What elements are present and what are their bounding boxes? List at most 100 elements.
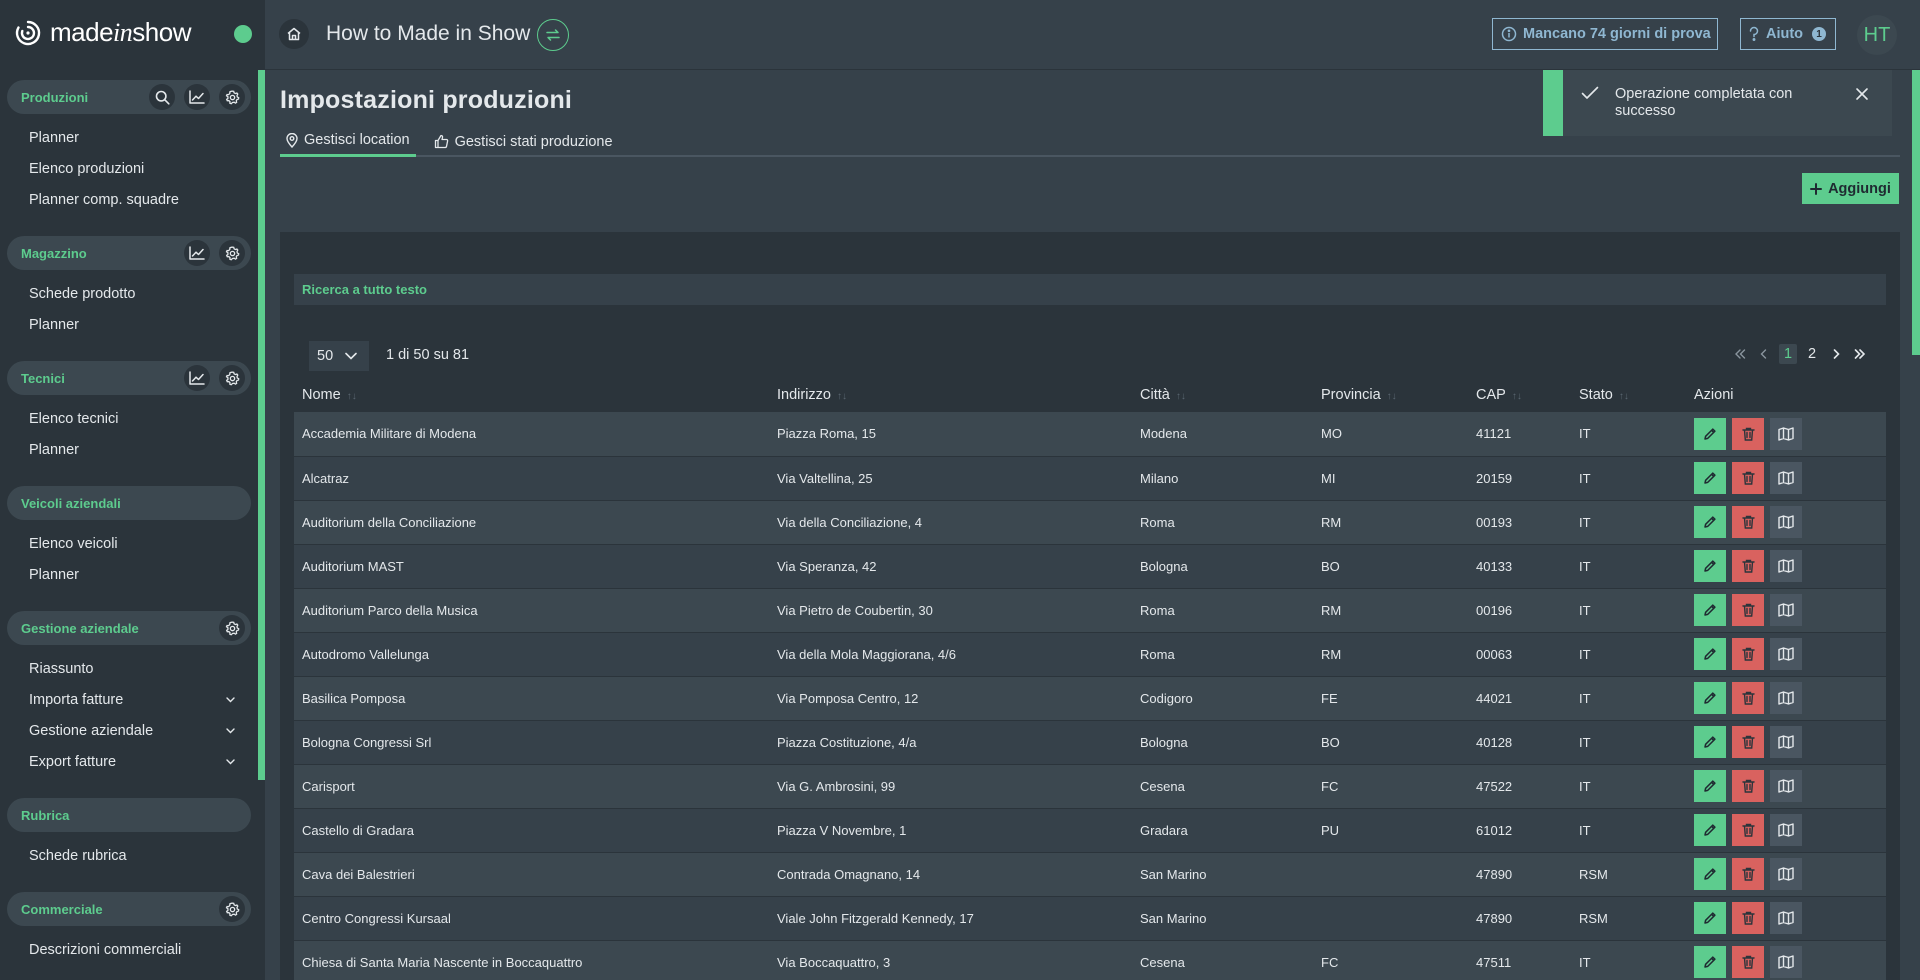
prev-page-icon[interactable]	[1755, 344, 1773, 364]
map-button[interactable]	[1770, 814, 1802, 846]
page-2-button[interactable]: 2	[1803, 344, 1821, 364]
nav-header[interactable]: Gestione aziendale	[7, 611, 251, 645]
next-page-icon[interactable]	[1827, 344, 1845, 364]
nav-header[interactable]: Veicoli aziendali	[7, 486, 251, 520]
delete-button[interactable]	[1732, 946, 1764, 978]
map-button[interactable]	[1770, 682, 1802, 714]
column-header-1[interactable]: Indirizzo ↑↓	[769, 378, 1132, 412]
map-button[interactable]	[1770, 858, 1802, 890]
map-button[interactable]	[1770, 550, 1802, 582]
nav-header-label: Veicoli aziendali	[21, 495, 121, 511]
close-icon[interactable]	[1855, 87, 1869, 101]
map-button[interactable]	[1770, 946, 1802, 978]
column-header-4[interactable]: CAP ↑↓	[1468, 378, 1571, 412]
delete-button[interactable]	[1732, 726, 1764, 758]
chart-icon[interactable]	[184, 240, 210, 266]
delete-button[interactable]	[1732, 550, 1764, 582]
delete-button[interactable]	[1732, 506, 1764, 538]
edit-button[interactable]	[1694, 417, 1726, 450]
nav-header[interactable]: Produzioni	[7, 80, 251, 114]
delete-button[interactable]	[1732, 814, 1764, 846]
edit-button[interactable]	[1694, 726, 1726, 758]
chart-icon[interactable]	[184, 365, 210, 391]
nav-header[interactable]: Rubrica	[7, 798, 251, 832]
brand-logo[interactable]: madeinshow	[14, 17, 191, 48]
sidebar-item-elenco-veicoli[interactable]: Elenco veicoli	[7, 528, 251, 559]
sidebar-item-schede-rubrica[interactable]: Schede rubrica	[7, 840, 251, 871]
sidebar-item-riassunto[interactable]: Riassunto	[7, 653, 251, 684]
home-button[interactable]	[279, 19, 309, 49]
column-header-3[interactable]: Provincia ↑↓	[1313, 378, 1468, 412]
edit-button[interactable]	[1694, 506, 1726, 538]
edit-button[interactable]	[1694, 594, 1726, 626]
full-text-search[interactable]: Ricerca a tutto testo	[294, 274, 1886, 305]
edit-button[interactable]	[1694, 902, 1726, 934]
map-button[interactable]	[1770, 638, 1802, 670]
page-1-button[interactable]: 1	[1779, 344, 1797, 364]
sidebar-item-elenco-tecnici[interactable]: Elenco tecnici	[7, 403, 251, 434]
edit-button[interactable]	[1694, 946, 1726, 978]
map-button[interactable]	[1770, 770, 1802, 802]
edit-button[interactable]	[1694, 682, 1726, 714]
delete-button[interactable]	[1732, 858, 1764, 890]
column-header-0[interactable]: Nome ↑↓	[294, 378, 769, 412]
delete-button[interactable]	[1732, 417, 1764, 450]
sort-icon: ↑↓	[1386, 391, 1397, 402]
delete-button[interactable]	[1732, 462, 1764, 494]
edit-button[interactable]	[1694, 814, 1726, 846]
sidebar-item-gestione-aziendale[interactable]: Gestione aziendale	[7, 715, 251, 746]
edit-button[interactable]	[1694, 462, 1726, 494]
edit-button[interactable]	[1694, 638, 1726, 670]
gear-icon[interactable]	[219, 365, 245, 391]
column-header-2[interactable]: Città ↑↓	[1132, 378, 1313, 412]
last-page-icon[interactable]	[1851, 344, 1869, 364]
delete-button[interactable]	[1732, 770, 1764, 802]
edit-button[interactable]	[1694, 770, 1726, 802]
gear-icon[interactable]	[219, 896, 245, 922]
tab-gestisci-stati-produzione[interactable]: Gestisci stati produzione	[428, 126, 619, 157]
nav-header[interactable]: Tecnici	[7, 361, 251, 395]
column-header-5[interactable]: Stato ↑↓	[1571, 378, 1686, 412]
first-page-icon[interactable]	[1731, 344, 1749, 364]
sidebar-item-planner[interactable]: Planner	[7, 309, 251, 340]
map-button[interactable]	[1770, 506, 1802, 538]
switch-workspace-button[interactable]	[537, 19, 569, 51]
gear-icon[interactable]	[219, 240, 245, 266]
sidebar-scroll-indicator[interactable]	[258, 70, 265, 780]
pencil-icon	[1703, 603, 1717, 617]
edit-button[interactable]	[1694, 550, 1726, 582]
map-button[interactable]	[1770, 902, 1802, 934]
sidebar-item-elenco-produzioni[interactable]: Elenco produzioni	[7, 153, 251, 184]
table-cell: 00193	[1468, 500, 1571, 545]
delete-button[interactable]	[1732, 638, 1764, 670]
delete-button[interactable]	[1732, 594, 1764, 626]
chart-icon[interactable]	[184, 84, 210, 110]
gear-icon[interactable]	[219, 615, 245, 641]
page-scrollbar[interactable]	[1912, 70, 1920, 355]
map-button[interactable]	[1770, 462, 1802, 494]
sidebar-item-planner[interactable]: Planner	[7, 434, 251, 465]
delete-button[interactable]	[1732, 682, 1764, 714]
map-button[interactable]	[1770, 594, 1802, 626]
sidebar-item-importa-fatture[interactable]: Importa fatture	[7, 684, 251, 715]
gear-icon[interactable]	[219, 84, 245, 110]
edit-button[interactable]	[1694, 858, 1726, 890]
sidebar-item-planner[interactable]: Planner	[7, 559, 251, 590]
map-button[interactable]	[1770, 417, 1802, 450]
help-button[interactable]: Aiuto 1	[1740, 18, 1836, 50]
sidebar-item-planner[interactable]: Planner	[7, 122, 251, 153]
sidebar-item-descrizioni-commerciali[interactable]: Descrizioni commerciali	[7, 934, 251, 965]
sidebar-item-export-fatture[interactable]: Export fatture	[7, 746, 251, 777]
delete-button[interactable]	[1732, 902, 1764, 934]
add-location-button[interactable]: Aggiungi	[1802, 173, 1899, 204]
sidebar-item-planner-comp-squadre[interactable]: Planner comp. squadre	[7, 184, 251, 215]
per-page-select[interactable]: 50	[309, 341, 369, 371]
tab-gestisci-location[interactable]: Gestisci location	[280, 126, 416, 157]
map-button[interactable]	[1770, 726, 1802, 758]
sidebar-item-schede-prodotto[interactable]: Schede prodotto	[7, 278, 251, 309]
nav-header[interactable]: Commerciale	[7, 892, 251, 926]
user-avatar[interactable]: HT	[1857, 15, 1897, 55]
search-icon[interactable]	[149, 84, 175, 110]
nav-header[interactable]: Magazzino	[7, 236, 251, 270]
trial-badge[interactable]: Mancano 74 giorni di prova	[1492, 18, 1718, 50]
